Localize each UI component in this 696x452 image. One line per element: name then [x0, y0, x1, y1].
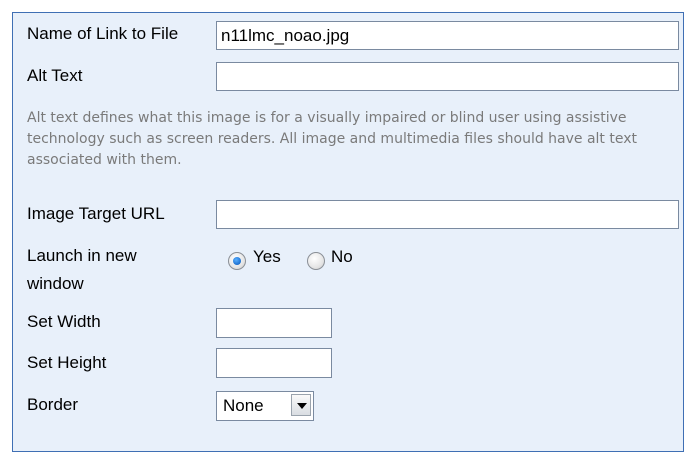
link-name-input[interactable]	[216, 21, 679, 50]
radio-no-label: No	[331, 247, 353, 266]
radio-yes[interactable]	[228, 252, 246, 270]
image-properties-panel: Name of Link to File Alt Text Alt text d…	[12, 12, 684, 452]
alt-text-input[interactable]	[216, 62, 679, 91]
alt-text-help: Alt text defines what this image is for …	[27, 110, 638, 168]
radio-no[interactable]	[307, 252, 325, 270]
chevron-down-icon[interactable]	[291, 394, 311, 416]
target-url-input[interactable]	[216, 200, 679, 229]
border-select-value: None	[223, 396, 264, 415]
width-input[interactable]	[216, 308, 332, 338]
radio-yes-label: Yes	[253, 247, 281, 266]
launch-new-window-label-line2: window	[27, 274, 84, 293]
border-label: Border	[27, 395, 79, 414]
link-name-label: Name of Link to File	[27, 24, 179, 43]
target-url-label: Image Target URL	[27, 204, 165, 223]
alt-text-label: Alt Text	[27, 66, 83, 85]
border-select[interactable]: None	[216, 391, 314, 421]
launch-new-window-label: Launch in new	[27, 246, 137, 265]
width-label: Set Width	[27, 312, 101, 331]
height-input[interactable]	[216, 348, 332, 378]
height-label: Set Height	[27, 353, 107, 372]
